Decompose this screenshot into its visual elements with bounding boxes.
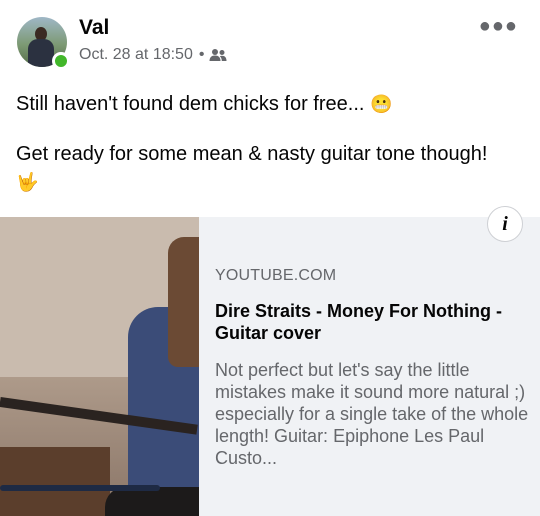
post-text-2: Get ready for some mean & nasty guitar t… [16,143,488,165]
grimacing-emoji-icon: 😬 [369,94,393,114]
post-timestamp[interactable]: Oct. 28 at 18:50 [79,46,193,64]
post-header: Val Oct. 28 at 18:50 • ●●● [0,0,540,78]
link-source: YOUTUBE.COM [215,267,337,284]
post-text-line-2: Get ready for some mean & nasty guitar t… [16,140,526,196]
thumbnail-table-shape [0,447,110,516]
author-name[interactable]: Val [79,16,109,40]
link-description: Not perfect but let's say the little mis… [215,360,529,468]
link-preview-details[interactable]: i YOUTUBE.COM Dire Straits - Money For N… [199,206,540,516]
avatar[interactable] [17,17,70,70]
thumbnail-guitar-body-shape [105,487,199,516]
info-icon[interactable]: i [487,206,523,242]
post-text: Still haven't found dem chicks for free.… [16,90,526,196]
avatar-body-shape [28,39,54,67]
info-button[interactable]: i [487,206,523,242]
rock-hand-emoji-icon: 🤟 [16,172,39,192]
thumbnail-cable-shape [0,485,160,491]
more-options-icon[interactable]: ●●● [479,16,518,36]
video-thumbnail[interactable] [0,217,199,516]
friends-icon[interactable] [209,48,227,62]
meta-separator: • [198,46,205,63]
post-text-1: Still haven't found dem chicks for free.… [16,93,370,115]
thumbnail-hair-shape [168,237,199,367]
post-text-line-1: Still haven't found dem chicks for free.… [16,90,526,118]
link-title[interactable]: Dire Straits - Money For Nothing - Guita… [215,300,525,344]
post-meta: Oct. 28 at 18:50 • [79,46,227,64]
online-status-icon [52,52,70,70]
link-preview-card[interactable]: i YOUTUBE.COM Dire Straits - Money For N… [0,206,540,516]
